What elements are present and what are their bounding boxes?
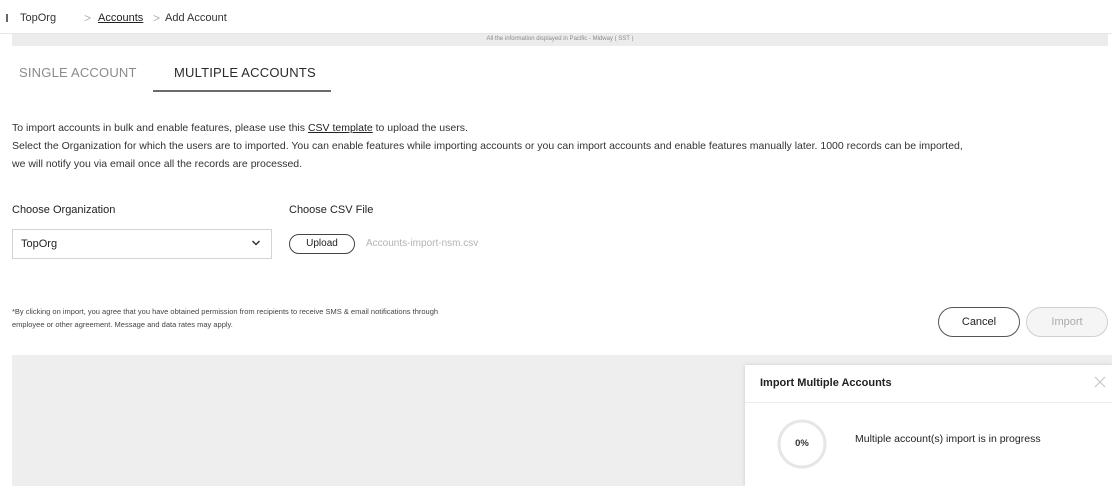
tab-multiple-accounts[interactable]: MULTIPLE ACCOUNTS bbox=[174, 65, 316, 80]
breadcrumb-item-accounts[interactable]: Accounts bbox=[98, 12, 143, 24]
instructions-line-3: we will notify you via email once all th… bbox=[12, 158, 303, 170]
timezone-banner: All the information displayed in Pacific… bbox=[12, 34, 1108, 46]
disclaimer-line-1: *By clicking on import, you agree that y… bbox=[12, 307, 439, 316]
timezone-notice: All the information displayed in Pacific… bbox=[486, 36, 634, 42]
close-icon[interactable] bbox=[1094, 376, 1106, 388]
panel-header: Import Multiple Accounts bbox=[745, 365, 1112, 403]
csv-file-label: Choose CSV File bbox=[289, 204, 374, 216]
progress-message: Multiple account(s) import is in progres… bbox=[855, 433, 1041, 445]
breadcrumb-separator: > bbox=[84, 11, 92, 25]
instructions-text: to upload the users. bbox=[372, 122, 468, 134]
organization-selected-value: TopOrg bbox=[21, 238, 58, 250]
breadcrumb: TopOrg > Accounts > Add Account bbox=[0, 0, 1112, 34]
organization-label: Choose Organization bbox=[12, 204, 116, 216]
breadcrumb-item-toporg[interactable]: TopOrg bbox=[20, 12, 56, 24]
panel-title: Import Multiple Accounts bbox=[760, 377, 892, 389]
instructions-line-2: Select the Organization for which the us… bbox=[12, 140, 963, 152]
import-button[interactable]: Import bbox=[1026, 307, 1108, 337]
cancel-button[interactable]: Cancel bbox=[938, 307, 1020, 337]
progress-percentage: 0% bbox=[795, 438, 809, 449]
import-progress-panel: Import Multiple Accounts 0% Multiple acc… bbox=[745, 365, 1112, 486]
breadcrumb-marker bbox=[6, 14, 8, 22]
upload-button[interactable]: Upload bbox=[289, 234, 355, 254]
tab-single-account[interactable]: SINGLE ACCOUNT bbox=[19, 65, 137, 80]
instructions-text: To import accounts in bulk and enable fe… bbox=[12, 122, 308, 134]
organization-select[interactable]: TopOrg bbox=[12, 229, 272, 259]
instructions-line-1: To import accounts in bulk and enable fe… bbox=[12, 122, 468, 134]
disclaimer-line-2: employee or other agreement. Message and… bbox=[12, 320, 233, 329]
csv-template-link[interactable]: CSV template bbox=[308, 122, 373, 134]
breadcrumb-item-add-account: Add Account bbox=[165, 12, 227, 24]
selected-file-name: Accounts-import-nsm.csv bbox=[366, 238, 479, 249]
breadcrumb-separator: > bbox=[153, 11, 161, 25]
chevron-down-icon bbox=[251, 240, 261, 246]
active-tab-indicator bbox=[153, 90, 331, 92]
